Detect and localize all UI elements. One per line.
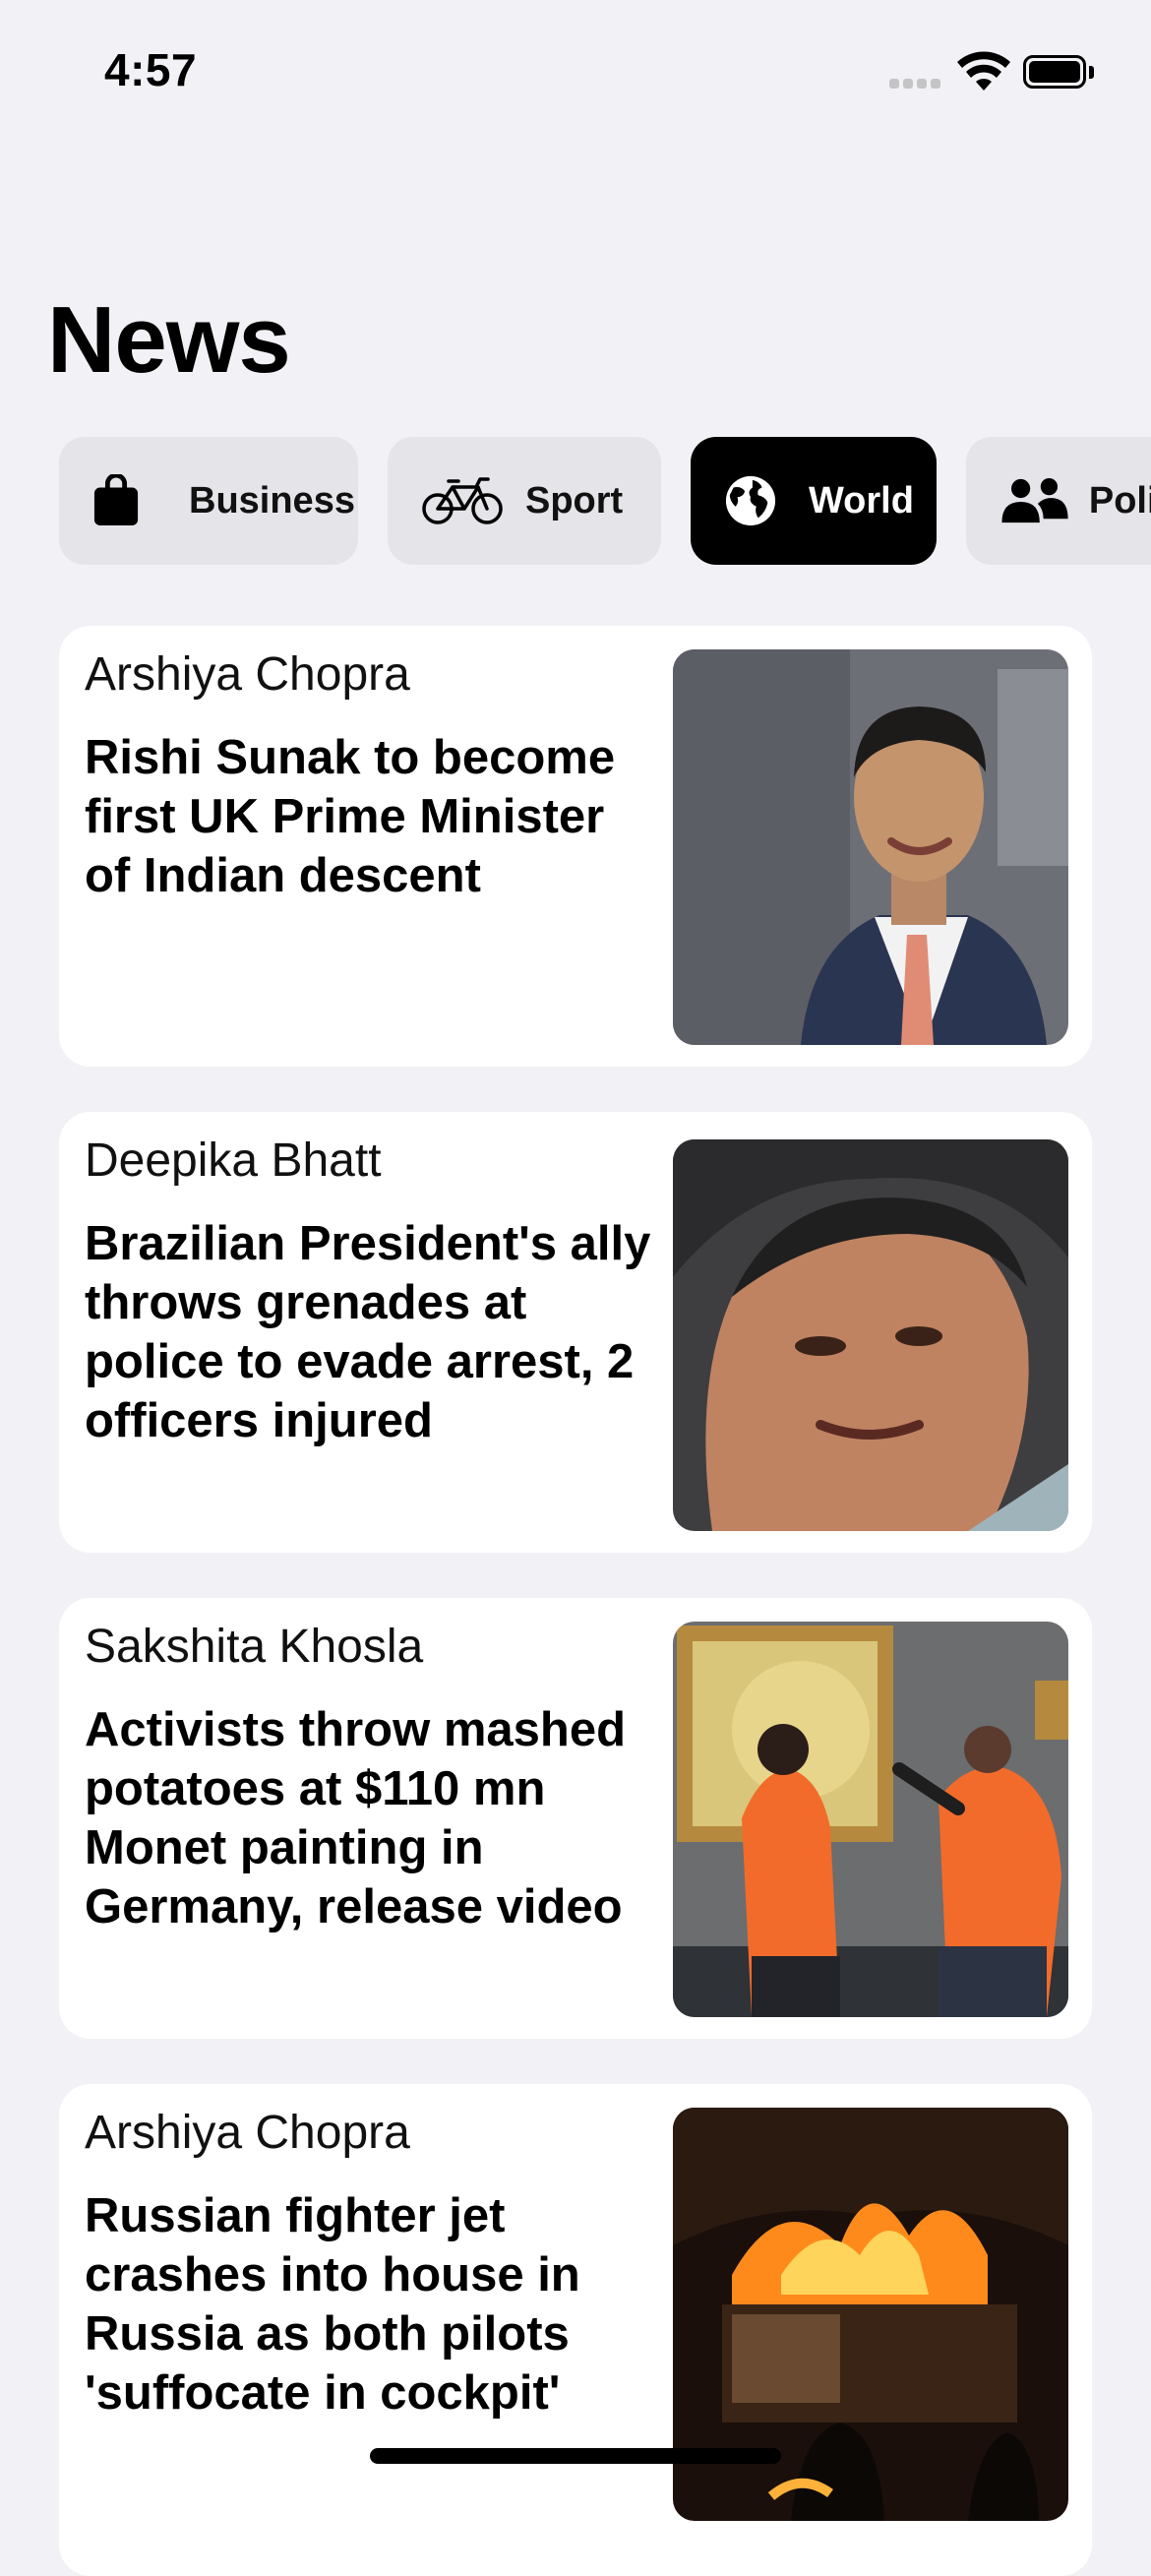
chip-sport[interactable]: Sport (388, 437, 661, 565)
news-card[interactable]: Deepika Bhatt Brazilian President's ally… (59, 1112, 1092, 1553)
battery-icon (1023, 55, 1096, 91)
article-headline: Activists throw mashed potatoes at $110 … (85, 1703, 627, 1933)
chip-label: Sport (525, 479, 624, 521)
article-author: Arshiya Chopra (85, 648, 410, 701)
cellular-signal-icon (889, 79, 944, 92)
chip-politics[interactable]: Politics (966, 437, 1151, 565)
article-author: Deepika Bhatt (85, 1135, 382, 1187)
chip-world[interactable]: World (691, 437, 937, 565)
closeup-older-man-photo (673, 1139, 1068, 1531)
news-card[interactable]: Arshiya Chopra Rishi Sunak to become fir… (59, 626, 1092, 1067)
article-author: Arshiya Chopra (85, 2107, 410, 2159)
shopping-bag-icon (92, 471, 175, 530)
article-headline: Brazilian President's ally throws grenad… (85, 1217, 651, 1447)
bicycle-icon (421, 471, 512, 530)
people-icon (1000, 471, 1075, 530)
home-indicator[interactable] (370, 2448, 781, 2464)
chip-label: Politics (1088, 479, 1151, 521)
status-bar: 4:57 (0, 0, 1151, 148)
activists-museum-photo (673, 1622, 1068, 2017)
chip-business[interactable]: Business (59, 437, 358, 565)
news-card[interactable]: Arshiya Chopra Russian fighter jet crash… (59, 2084, 1092, 2576)
news-card[interactable]: Sakshita Khosla Activists throw mashed p… (59, 1598, 1092, 2039)
article-headline: Russian fighter jet crashes into house i… (85, 2189, 580, 2420)
article-author: Sakshita Khosla (85, 1621, 424, 1673)
category-chips: Business Sport World Poli (0, 437, 1151, 567)
chip-label: Business (189, 479, 355, 521)
wifi-icon (956, 51, 1011, 94)
chip-label: World (809, 479, 914, 521)
globe-icon (724, 471, 795, 530)
portrait-man-suit-photo (673, 649, 1068, 1045)
article-headline: Rishi Sunak to become first UK Prime Min… (85, 731, 616, 902)
page-title: News (47, 287, 291, 393)
status-time: 4:57 (104, 44, 198, 95)
